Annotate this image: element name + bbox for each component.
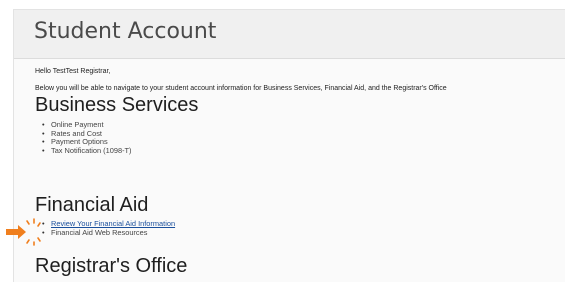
greeting-text: Hello TestTest Registrar, [35,68,111,75]
intro-text: Below you will be able to navigate to yo… [35,85,447,92]
page-title: Student Account [34,19,217,44]
review-financial-aid-link[interactable]: Review Your Financial Aid Information [51,219,175,228]
student-account-page: Student Account Hello TestTest Registrar… [13,9,565,282]
heading-financial-aid: Financial Aid [35,194,149,216]
heading-registrars-office: Registrar's Office [35,255,188,277]
list-item-tax-notification[interactable]: Tax Notification (1098-T) [35,146,132,156]
business-services-list: Online Payment Rates and Cost Payment Op… [35,120,132,156]
financial-aid-list: Review Your Financial Aid Information Fi… [35,219,175,238]
list-item-financial-aid-web-resources[interactable]: Financial Aid Web Resources [35,228,175,238]
arrow-pointer-icon [6,218,41,246]
heading-business-services: Business Services [35,94,199,116]
title-bar: Student Account [14,10,565,59]
